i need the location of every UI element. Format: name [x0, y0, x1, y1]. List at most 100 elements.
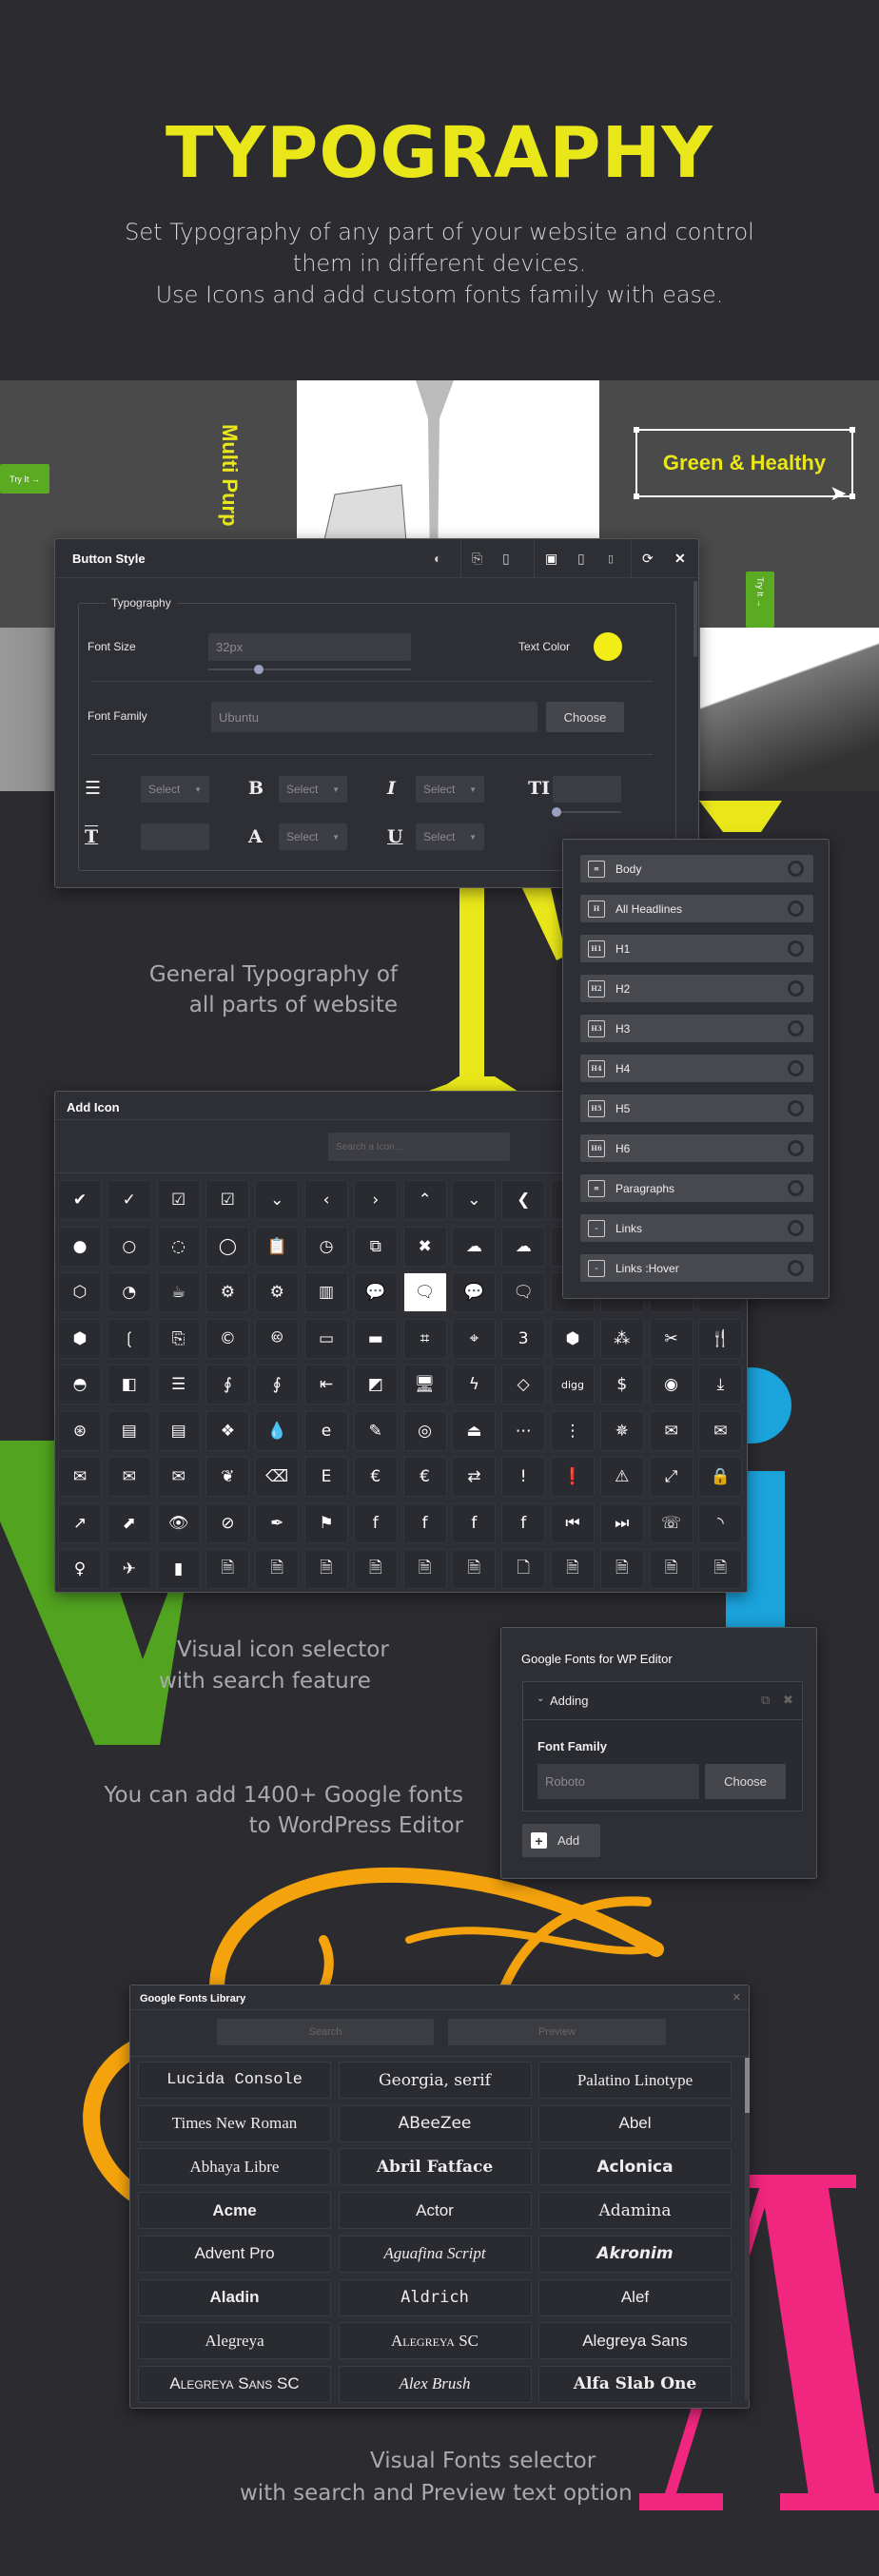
font-family-input[interactable]: Ubuntu: [211, 702, 537, 732]
line-height-select[interactable]: Select ▼: [141, 776, 209, 803]
envelope-icon[interactable]: ✉: [649, 1410, 693, 1451]
drupal-icon[interactable]: 💧: [255, 1410, 300, 1451]
typography-item[interactable]: H3 H3: [580, 1015, 813, 1042]
circle-icon[interactable]: ●: [58, 1226, 102, 1267]
typography-item[interactable]: H5 H5: [580, 1094, 813, 1122]
radio-button[interactable]: [788, 861, 804, 877]
font-preview-input[interactable]: Preview: [448, 2019, 666, 2045]
file-powerpoint-o-icon[interactable]: 🗎: [698, 1549, 743, 1589]
desktop-icon[interactable]: ▣: [545, 551, 557, 567]
font-option[interactable]: Abril Fatface: [338, 2148, 532, 2186]
eye-icon[interactable]: 👁: [156, 1502, 201, 1543]
cloud-download-icon[interactable]: ☁: [501, 1226, 546, 1267]
cut-icon[interactable]: ✂: [649, 1318, 693, 1359]
font-option[interactable]: Alfa Slab One: [538, 2365, 732, 2403]
clipboard-icon[interactable]: 📋: [255, 1226, 300, 1267]
external-link-icon[interactable]: ↗: [58, 1502, 102, 1543]
typography-item[interactable]: ≡ Paragraphs: [580, 1174, 813, 1202]
text-transform-select[interactable]: Select ▼: [279, 823, 347, 850]
ellipsis-h-icon[interactable]: ⋯: [501, 1410, 546, 1451]
dropbox-icon[interactable]: ❖: [205, 1410, 250, 1451]
icon-search-input[interactable]: Search a Icon...: [328, 1133, 510, 1161]
euro-icon[interactable]: €: [402, 1457, 447, 1497]
font-search-input[interactable]: Search: [217, 2019, 434, 2045]
scrollbar[interactable]: [745, 2058, 750, 2400]
letter-spacing-input[interactable]: [141, 823, 209, 850]
fax-icon[interactable]: ☏: [649, 1502, 693, 1543]
font-option[interactable]: Alegreya: [138, 2322, 331, 2360]
credit-card-alt-icon[interactable]: ▬: [353, 1318, 398, 1359]
typography-item[interactable]: – Links :Hover: [580, 1254, 813, 1282]
typography-item[interactable]: ≡ Body: [580, 855, 813, 882]
font-option[interactable]: Advent Pro: [138, 2235, 331, 2273]
deviantart-icon[interactable]: ϟ: [452, 1365, 497, 1404]
copy-icon[interactable]: ⎘: [156, 1318, 201, 1359]
drivers-license-icon[interactable]: ▤: [107, 1410, 151, 1451]
typography-item[interactable]: – Links: [580, 1214, 813, 1242]
text-height-slider[interactable]: [551, 807, 621, 817]
cogs-icon[interactable]: ⚙: [255, 1272, 300, 1312]
envelope-open-o-icon[interactable]: ✉: [107, 1457, 151, 1497]
edge-icon[interactable]: e: [304, 1410, 348, 1451]
font-option[interactable]: Aguafina Script: [338, 2235, 532, 2273]
radio-button[interactable]: [788, 980, 804, 997]
font-option[interactable]: Times New Roman: [138, 2104, 331, 2142]
font-option[interactable]: Akronim: [538, 2235, 732, 2273]
dashcube-icon[interactable]: ◧: [107, 1365, 151, 1404]
copy-icon[interactable]: ⎘: [472, 551, 482, 567]
font-option[interactable]: Alef: [538, 2278, 732, 2316]
dribbble-icon[interactable]: ⊛: [58, 1410, 102, 1451]
facebook-official-icon[interactable]: f: [452, 1502, 497, 1543]
radio-button[interactable]: [788, 940, 804, 957]
diamond-icon[interactable]: ◇: [501, 1365, 546, 1404]
flag-icon[interactable]: ⚑: [304, 1502, 348, 1543]
contrast-icon[interactable]: ◐: [434, 551, 441, 566]
font-weight-select[interactable]: Select ▼: [279, 776, 347, 803]
deaf-icon[interactable]: ∮: [205, 1365, 250, 1404]
desktop-icon[interactable]: 🖥: [402, 1365, 447, 1404]
file-icon[interactable]: ▮: [156, 1549, 201, 1589]
file-excel-o-icon[interactable]: 🗎: [353, 1549, 398, 1589]
cutlery-icon[interactable]: 🍴: [698, 1318, 743, 1359]
fighter-jet-icon[interactable]: ✈: [107, 1549, 151, 1589]
file-o-icon[interactable]: 🗋: [501, 1549, 546, 1589]
font-style-select[interactable]: Select ▼: [416, 776, 484, 803]
creative-commons-icon[interactable]: 🅭: [255, 1318, 300, 1359]
font-option[interactable]: Adamina: [538, 2192, 732, 2230]
deafness-icon[interactable]: ∮: [255, 1365, 300, 1404]
radio-button[interactable]: [788, 901, 804, 917]
file-archive-o-icon[interactable]: 🗎: [205, 1549, 250, 1589]
connectdevelop-icon[interactable]: ⬢: [58, 1318, 102, 1359]
female-icon[interactable]: ♀: [58, 1549, 102, 1589]
radio-button[interactable]: [788, 1060, 804, 1076]
empire-icon[interactable]: ✵: [599, 1410, 644, 1451]
file-code-o-icon[interactable]: 🗎: [304, 1549, 348, 1589]
dollar-icon[interactable]: $: [599, 1365, 644, 1404]
try-it-vertical-button[interactable]: Try It →: [746, 571, 774, 628]
envelope-open-icon[interactable]: ✉: [58, 1457, 102, 1497]
expand-icon[interactable]: ⤢: [649, 1457, 693, 1497]
section-header[interactable]: ⌄ Adding ⧉ ✖: [523, 1682, 802, 1720]
typography-item[interactable]: H4 H4: [580, 1055, 813, 1082]
codiepie-icon[interactable]: ◔: [107, 1272, 151, 1312]
digg-icon[interactable]: digg: [551, 1365, 595, 1404]
font-option[interactable]: Actor: [338, 2192, 532, 2230]
codepen-icon[interactable]: ⬡: [58, 1272, 102, 1312]
check-circle-o-icon[interactable]: ✓: [107, 1180, 151, 1220]
font-option[interactable]: Alegreya SC: [338, 2322, 532, 2360]
eraser-icon[interactable]: ⌫: [255, 1457, 300, 1497]
font-size-slider[interactable]: [208, 665, 411, 674]
typography-item[interactable]: H2 H2: [580, 975, 813, 1002]
check-square-icon[interactable]: ☑: [156, 1180, 201, 1220]
dedent-icon[interactable]: ⇤: [304, 1365, 348, 1404]
clone-icon[interactable]: ⧉: [353, 1226, 398, 1267]
text-decoration-select[interactable]: Select ▼: [416, 823, 484, 850]
circle-thin-icon[interactable]: ◯: [205, 1226, 250, 1267]
file-pdf-o-icon[interactable]: 🗎: [551, 1549, 595, 1589]
eject-icon[interactable]: ⏏: [452, 1410, 497, 1451]
radio-button[interactable]: [788, 1260, 804, 1276]
commenting-icon[interactable]: 💬: [452, 1272, 497, 1312]
font-option[interactable]: Abel: [538, 2104, 732, 2142]
font-option[interactable]: Georgia, serif: [338, 2062, 532, 2099]
eur-icon[interactable]: €: [353, 1457, 398, 1497]
